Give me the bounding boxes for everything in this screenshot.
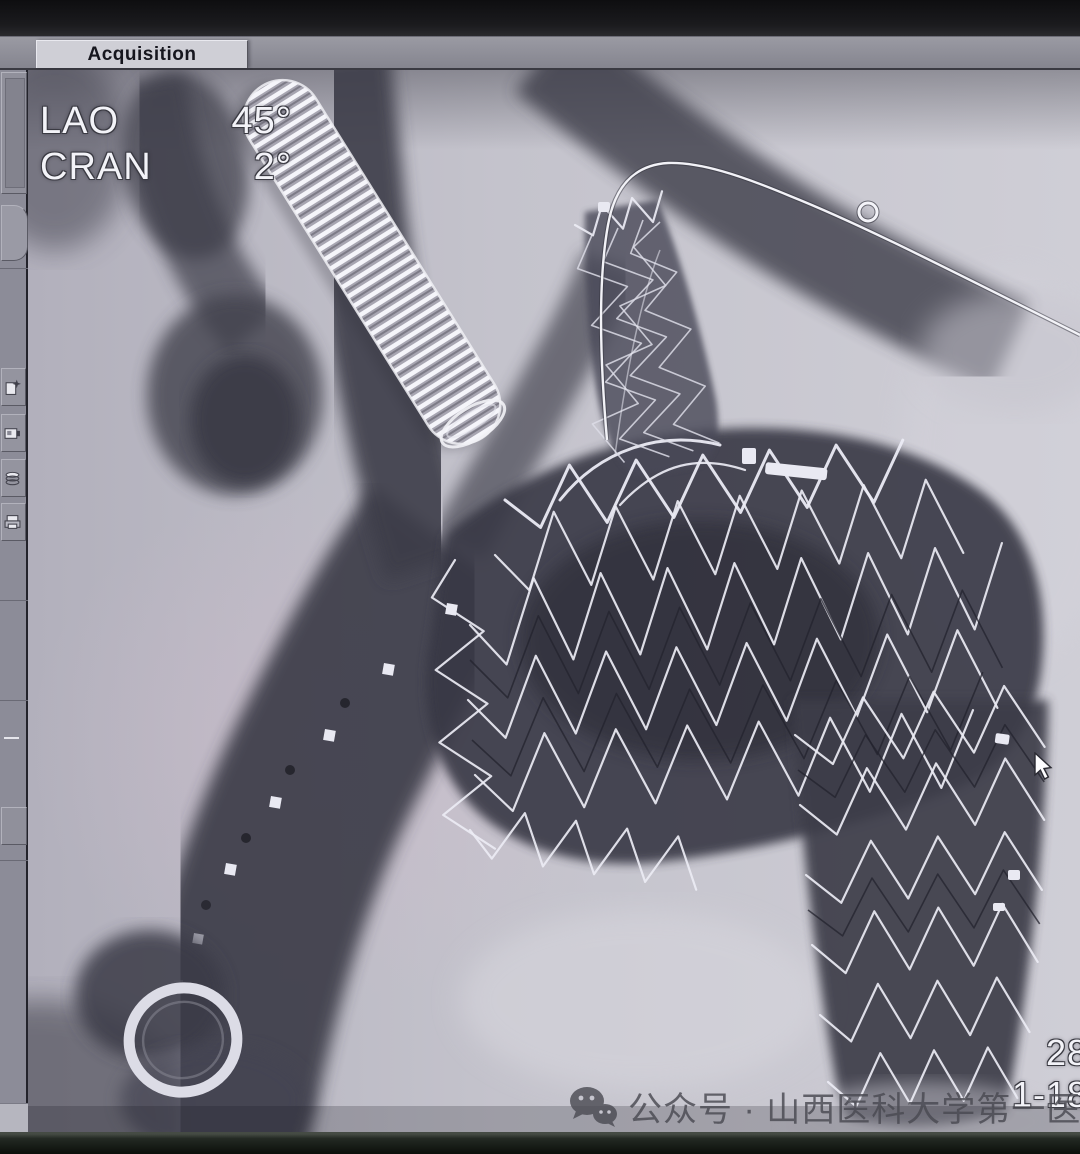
mouse-cursor [1034,752,1054,782]
wechat-icon [568,1085,618,1129]
layers-tool-button[interactable] [1,459,26,497]
printer-icon [4,514,21,531]
projection-cran: CRAN 2° [40,144,292,190]
projection-lao: LAO 45° [40,98,292,144]
xray-viewport[interactable]: LAO 45° CRAN 2° 28 1-18 [28,70,1080,1132]
layers-icon [4,470,21,487]
sidebar-footer-block [0,1103,28,1133]
film-icon [4,425,21,442]
slider-mark [4,737,19,739]
film-tool-button[interactable] [1,414,26,452]
tab-acquisition[interactable]: Acquisition [36,40,248,68]
knob-button[interactable] [1,205,28,261]
projection-cran-label: CRAN [40,144,152,190]
watermark: 公众号 · 山西医科大学第一医院 [568,1082,1080,1131]
toolbar-sidebar [0,70,28,1132]
watermark-text: 公众号 · 山西医科大学第一医院 [628,1082,1080,1131]
display-button[interactable] [1,72,27,194]
print-tool-button[interactable] [1,503,26,541]
angiogram-image [28,70,1080,1132]
star-icon [4,379,21,396]
star-tool-button[interactable] [1,368,26,406]
monitor-bezel-bottom [0,1132,1080,1154]
monitor-bezel-top [0,0,1080,36]
projection-overlay: LAO 45° CRAN 2° [40,98,292,190]
projection-lao-value: 45° [232,98,292,144]
projection-cran-value: 2° [254,144,292,190]
counter-top: 28 [1012,1032,1080,1074]
monitor-photo: Acquisition [0,0,1080,1154]
lower-panel-button[interactable] [1,807,27,845]
tab-acquisition-label: Acquisition [88,44,197,66]
titlebar: Acquisition [0,36,1080,70]
projection-lao-label: LAO [40,98,119,144]
